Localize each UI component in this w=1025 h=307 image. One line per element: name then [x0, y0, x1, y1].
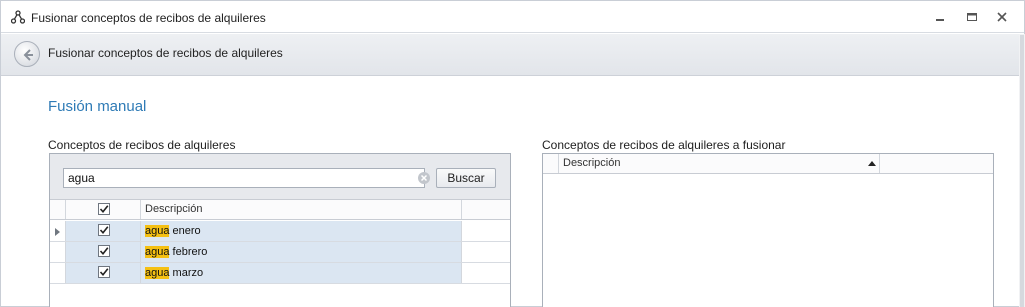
row-checkbox[interactable]: [98, 224, 110, 236]
row-indicator-header: [50, 200, 66, 219]
search-highlight: agua: [145, 267, 170, 279]
row-indicator-cell: [50, 263, 66, 283]
checkmark-icon: [99, 205, 109, 214]
row-filler: [462, 242, 510, 262]
maximize-icon[interactable]: [963, 9, 981, 25]
page-title: Fusionar conceptos de recibos de alquile…: [48, 46, 283, 60]
row-indicator-cell: [50, 242, 66, 262]
column-header-filler: [462, 200, 510, 219]
description-text: febrero: [169, 246, 208, 258]
row-checkbox-cell: [66, 242, 141, 262]
window-title: Fusionar conceptos de recibos de alquile…: [31, 11, 266, 25]
minimize-icon[interactable]: [931, 9, 949, 25]
column-header-filler: [880, 154, 993, 173]
sort-ascending-icon: [868, 161, 876, 166]
description-cell: agua enero: [141, 221, 462, 241]
clear-icon[interactable]: [417, 171, 431, 185]
column-header-label: Descripción: [563, 157, 621, 169]
description-cell: agua febrero: [141, 242, 462, 262]
page-header: Fusionar conceptos de recibos de alquile…: [1, 34, 1019, 76]
row-checkbox[interactable]: [98, 266, 110, 278]
description-text: marzo: [169, 267, 204, 279]
current-row-icon: [55, 228, 60, 236]
target-panel: Descripción: [542, 153, 994, 307]
search-highlight: agua: [145, 246, 170, 258]
select-all-cell: [66, 200, 141, 219]
source-panel: Buscar Descripción: [49, 153, 511, 307]
row-indicator-header: [543, 154, 559, 173]
checkmark-icon: [99, 247, 109, 256]
row-checkbox-cell: [66, 221, 141, 241]
description-cell: agua marzo: [141, 263, 462, 283]
search-button[interactable]: Buscar: [436, 168, 496, 188]
table-row[interactable]: agua febrero: [50, 242, 510, 263]
scrollbar-thumb[interactable]: [1020, 35, 1024, 307]
row-indicator-cell: [50, 221, 66, 241]
column-header-label: Descripción: [145, 203, 203, 215]
source-list-label: Conceptos de recibos de alquileres: [48, 138, 236, 152]
row-filler: [462, 221, 510, 241]
table-row[interactable]: agua enero: [50, 221, 510, 242]
target-list-label: Conceptos de recibos de alquileres a fus…: [542, 138, 786, 152]
column-header-description[interactable]: Descripción: [141, 200, 462, 219]
target-grid-header: Descripción: [543, 154, 993, 174]
back-button[interactable]: [14, 41, 40, 67]
search-input[interactable]: [63, 168, 425, 188]
grid-header: Descripción: [50, 200, 510, 220]
row-checkbox-cell: [66, 263, 141, 283]
back-arrow-icon: [23, 49, 33, 61]
search-highlight: agua: [145, 225, 170, 237]
network-nodes-icon: [11, 10, 25, 24]
search-bar: Buscar: [50, 154, 510, 200]
select-all-checkbox[interactable]: [98, 203, 110, 215]
title-bar: Fusionar conceptos de recibos de alquile…: [1, 1, 1024, 33]
checkmark-icon: [99, 268, 109, 277]
table-row[interactable]: agua marzo: [50, 263, 510, 284]
window: Fusionar conceptos de recibos de alquile…: [0, 0, 1025, 307]
description-text: enero: [169, 225, 201, 237]
row-filler: [462, 263, 510, 283]
row-checkbox[interactable]: [98, 245, 110, 257]
section-title: Fusión manual: [48, 98, 147, 115]
close-icon[interactable]: [993, 9, 1011, 25]
checkmark-icon: [99, 226, 109, 235]
column-header-description[interactable]: Descripción: [559, 154, 880, 173]
